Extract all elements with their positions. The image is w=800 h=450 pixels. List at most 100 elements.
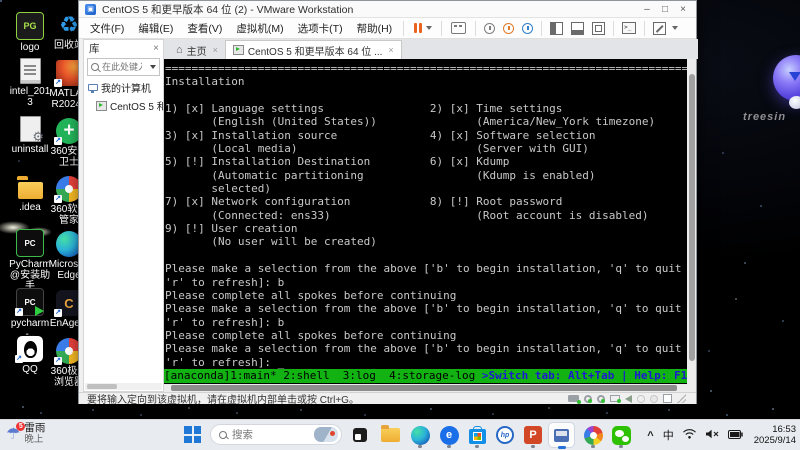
terminal-line: Installation: [165, 75, 687, 88]
orb-companion-blob: [789, 96, 800, 109]
menu-file[interactable]: 文件(F): [83, 21, 131, 36]
tree-item-my-computer[interactable]: 我的计算机: [84, 78, 163, 96]
store-icon: [469, 429, 486, 444]
weather-widget[interactable]: ☂5 雷雨 晚上: [6, 422, 45, 446]
terminal-line: 3) [x] Installation source 4) [x] Softwa…: [165, 129, 687, 142]
wechat-button[interactable]: [611, 425, 631, 445]
logo-app-icon: PG: [16, 12, 44, 40]
tab-close-icon[interactable]: ×: [388, 45, 393, 55]
360-browser-button[interactable]: e: [439, 425, 459, 445]
desktop: treesin PG logo intel_2013 uninstall .id…: [0, 0, 800, 450]
taskbar-search-input[interactable]: [232, 429, 309, 441]
toolbar-separator: [644, 21, 645, 36]
folder-icon: [381, 428, 400, 442]
ime-indicator[interactable]: 中: [663, 427, 674, 443]
window-titlebar[interactable]: ▣ CentOS 5 和更早版本 64 位 (2) - VMware Works…: [79, 1, 696, 18]
scrollbar-thumb[interactable]: [689, 74, 695, 361]
360-browser-icon: e: [440, 426, 459, 445]
menu-view[interactable]: 查看(V): [180, 21, 229, 36]
hard-disk-icon[interactable]: [568, 395, 579, 402]
terminal-line: 9) [!] User creation: [165, 222, 687, 235]
close-button[interactable]: ×: [676, 4, 690, 15]
minimize-button[interactable]: –: [640, 4, 654, 15]
console-vertical-scrollbar[interactable]: [687, 59, 696, 384]
power-pause-button[interactable]: [414, 23, 422, 33]
microsoft-store-button[interactable]: [467, 425, 487, 445]
weather-time-of-day: 晚上: [24, 434, 45, 446]
library-search[interactable]: [87, 58, 160, 76]
signal-disabled-icon: [650, 395, 658, 403]
show-thumbnail-bar-icon[interactable]: [571, 22, 584, 35]
windows-taskbar: ☂5 雷雨 晚上 e hp P ^ 中 16:53: [0, 419, 800, 450]
powerpoint-button[interactable]: P: [523, 425, 543, 445]
vm-play-icon: [233, 45, 244, 55]
toolbar-separator: [541, 21, 542, 36]
tree-item-centos-vm[interactable]: CentOS 5 和更早: [84, 96, 163, 114]
console-view-icon[interactable]: >_: [622, 22, 636, 34]
taskbar-search[interactable]: [210, 424, 342, 445]
revert-snapshot-icon[interactable]: [503, 23, 514, 34]
menu-edit[interactable]: 编辑(E): [131, 21, 180, 36]
expand-dropdown-icon[interactable]: [672, 26, 678, 30]
library-horizontal-scrollbar[interactable]: [85, 383, 162, 390]
file-explorer-button[interactable]: [380, 425, 400, 445]
snapshot-manager-icon[interactable]: [522, 23, 533, 34]
take-snapshot-icon[interactable]: [484, 23, 495, 34]
speaker-muted-icon[interactable]: [705, 426, 719, 444]
task-view-button[interactable]: [350, 425, 370, 445]
library-close-icon[interactable]: ×: [153, 43, 159, 54]
terminal-line: (English (United States)) (America/New_Y…: [165, 115, 687, 128]
terminal-line: 'r' to refresh]: b: [165, 316, 687, 329]
recycle-bin-icon: ♻: [59, 12, 79, 38]
tray-clock[interactable]: 16:53 2025/9/14: [752, 424, 796, 446]
ai-assistant-orb-icon[interactable]: [773, 55, 800, 101]
usb-disabled-icon: [637, 395, 645, 403]
home-icon: ⌂: [176, 45, 183, 55]
cd-dvd-icon[interactable]: [584, 395, 592, 403]
toolbar-separator: [475, 21, 476, 36]
wifi-icon[interactable]: [683, 426, 696, 444]
terminal-line: ========================================…: [165, 62, 687, 75]
fullscreen-icon[interactable]: [592, 22, 605, 35]
menu-vm[interactable]: 虚拟机(M): [229, 21, 290, 36]
unity-expand-icon[interactable]: [653, 22, 666, 35]
edge-button[interactable]: [410, 425, 430, 445]
power-dropdown-icon[interactable]: [426, 26, 432, 30]
colorwheel-app-button[interactable]: [583, 425, 603, 445]
battery-icon[interactable]: [728, 426, 743, 444]
menu-help[interactable]: 帮助(H): [350, 21, 400, 36]
qq-penguin-icon: ↗: [17, 336, 43, 362]
terminal-line: (Automatic partitioning (Kdump is enable…: [165, 169, 687, 182]
network-adapter-icon[interactable]: [610, 395, 620, 402]
toolbar-separator: [441, 21, 442, 36]
terminal-line: Please complete all spokes before contin…: [165, 329, 687, 342]
vmware-status-bar: 要将输入定向到该虚拟机，请在虚拟机内部单击或按 Ctrl+G。: [79, 392, 696, 404]
terminal-line: 5) [!] Installation Destination 6) [x] K…: [165, 155, 687, 168]
search-highlight-image[interactable]: [314, 427, 338, 442]
sound-icon[interactable]: [625, 395, 632, 403]
menu-tabs[interactable]: 选项卡(T): [291, 21, 350, 36]
tab-home[interactable]: ⌂ 主页 ×: [169, 41, 225, 59]
tab-centos-vm[interactable]: CentOS 5 和更早版本 64 位 ... ×: [225, 40, 402, 59]
hidden-icons-chevron[interactable]: ^: [647, 430, 653, 442]
document-icon: [20, 58, 41, 84]
device-indicators: [568, 394, 696, 403]
maximize-button[interactable]: □: [658, 4, 672, 15]
hp-button[interactable]: hp: [495, 425, 515, 445]
vm-console-screen[interactable]: ========================================…: [164, 59, 687, 384]
start-button[interactable]: [184, 426, 201, 443]
send-ctrl-alt-del-icon[interactable]: [451, 22, 466, 34]
message-log-icon[interactable]: [663, 394, 672, 403]
resize-grip[interactable]: [677, 394, 686, 403]
cd-dvd2-icon[interactable]: [597, 395, 605, 403]
tray-time: 16:53: [754, 424, 796, 435]
shortcut-arrow-icon: ↗: [54, 357, 62, 365]
tab-close-icon[interactable]: ×: [213, 45, 218, 55]
search-dropdown-icon[interactable]: [150, 65, 156, 69]
tree-item-label: 我的计算机: [101, 80, 151, 95]
library-search-input[interactable]: [102, 62, 142, 72]
terminal-line: (No user will be created): [165, 235, 687, 248]
vmware-taskbar-button-active[interactable]: [548, 422, 575, 448]
library-panel: 库 × 我的计算机 CentOS 5 和更早: [83, 39, 164, 392]
show-library-icon[interactable]: [550, 22, 563, 35]
